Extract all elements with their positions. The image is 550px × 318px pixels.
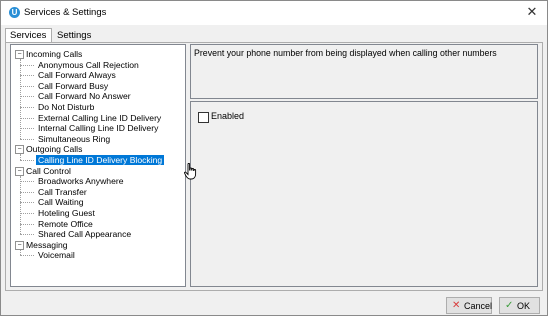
tree-connector xyxy=(20,255,34,257)
tree-item[interactable]: Simultaneous Ring xyxy=(38,134,110,144)
tree-item[interactable]: Call Forward No Answer xyxy=(38,91,131,101)
tree-group[interactable]: Messaging xyxy=(26,240,68,250)
tree-item-label: Broadworks Anywhere xyxy=(38,176,124,187)
tree-connector xyxy=(20,234,34,236)
tree-group-label: Incoming Calls xyxy=(26,49,83,59)
tree-connector xyxy=(20,128,34,130)
description-panel: Prevent your phone number from being dis… xyxy=(190,44,538,99)
cancel-label: Cancel xyxy=(464,301,493,311)
tree-group-label: Messaging xyxy=(26,239,68,250)
app-icon: U xyxy=(9,7,20,18)
tree-item-label: Call Waiting xyxy=(38,197,84,208)
ok-icon: ✓ xyxy=(505,300,514,311)
tree-connector xyxy=(20,138,34,140)
tree-connector xyxy=(20,154,21,160)
tree-item-label: Call Forward Always xyxy=(38,70,116,81)
hand-cursor-icon xyxy=(184,163,197,180)
tree-connector xyxy=(20,160,34,161)
expander-icon[interactable]: − xyxy=(15,50,24,59)
window-title: Services & Settings xyxy=(24,7,107,18)
tree-item[interactable]: Do Not Disturb xyxy=(38,102,94,112)
tree-item-label: Call Forward No Answer xyxy=(38,91,131,102)
tree-connector xyxy=(20,249,21,256)
tree-item[interactable]: Anonymous Call Rejection xyxy=(38,60,139,70)
tree-item[interactable]: Broadworks Anywhere xyxy=(38,176,124,186)
enabled-checkbox[interactable] xyxy=(198,112,209,123)
tree-item[interactable]: Voicemail xyxy=(38,250,75,260)
tree-item[interactable]: Internal Calling Line ID Delivery xyxy=(38,123,158,133)
enabled-label: Enabled xyxy=(211,111,245,121)
tree-item[interactable]: Hoteling Guest xyxy=(38,208,95,218)
tree-item[interactable]: Call Transfer xyxy=(38,187,87,197)
tree-connector xyxy=(20,202,34,204)
tree-item[interactable]: Call Forward Busy xyxy=(38,81,108,91)
tree-connector xyxy=(20,191,34,193)
service-description: Prevent your phone number from being dis… xyxy=(194,48,497,58)
ok-label: OK xyxy=(517,301,531,311)
tree-connector xyxy=(20,59,21,139)
tree-item[interactable]: Calling Line ID Delivery Blocking xyxy=(36,155,165,165)
tree-item-label: Voicemail xyxy=(38,250,75,261)
tree-item[interactable]: Call Forward Always xyxy=(38,70,116,80)
tree-group[interactable]: Incoming Calls xyxy=(26,49,82,59)
expander-icon[interactable]: − xyxy=(15,145,24,155)
tree-item-label: Call Forward Busy xyxy=(38,80,109,91)
tree-item-label: External Calling Line ID Delivery xyxy=(38,112,162,123)
tab-settings[interactable]: Settings xyxy=(53,30,98,42)
tree-item-label: Calling Line ID Delivery Blocking xyxy=(36,155,165,165)
tree-group[interactable]: Outgoing Calls xyxy=(26,144,82,154)
tree-item-label: Call Transfer xyxy=(38,186,87,197)
tree-connector xyxy=(20,64,34,66)
ok-button[interactable]: ✓ OK xyxy=(499,297,540,314)
title-bar: U Services & Settings ✕ xyxy=(1,1,547,25)
close-button[interactable]: ✕ xyxy=(523,3,541,21)
tree-group-label: Call Control xyxy=(26,165,71,176)
tree-connector xyxy=(20,181,34,183)
tab-services[interactable]: Services xyxy=(5,28,52,43)
tree-connector xyxy=(20,75,34,77)
service-settings-panel: Enabled xyxy=(190,101,538,287)
tree-item[interactable]: External Calling Line ID Delivery xyxy=(38,113,161,123)
tree-item-label: Remote Office xyxy=(38,218,93,229)
tree-connector xyxy=(20,223,34,225)
expander-icon[interactable]: − xyxy=(15,166,24,176)
tree-item[interactable]: Remote Office xyxy=(38,219,93,229)
tree-group-label: Outgoing Calls xyxy=(26,144,83,155)
tree-group[interactable]: Call Control xyxy=(26,166,71,176)
tree-connector xyxy=(20,85,34,87)
tree-item-label: Anonymous Call Rejection xyxy=(38,59,139,70)
tree-item-label: Shared Call Appearance xyxy=(38,229,132,240)
tree-item[interactable]: Call Waiting xyxy=(38,197,84,207)
cancel-icon: ✕ xyxy=(452,300,461,311)
tree-connector xyxy=(20,117,34,119)
tree-item[interactable]: Shared Call Appearance xyxy=(38,229,131,239)
tree-item-label: Simultaneous Ring xyxy=(38,133,111,144)
tree-item-label: Hoteling Guest xyxy=(38,208,95,218)
cancel-button[interactable]: ✕ Cancel xyxy=(446,297,492,314)
services-tree[interactable]: − Incoming Calls Anonymous Call Rejection C… xyxy=(10,44,186,287)
tree-item-label: Do Not Disturb xyxy=(38,102,95,112)
expander-icon[interactable]: − xyxy=(15,240,24,250)
tree-connector xyxy=(20,96,34,98)
tree-connector xyxy=(20,107,34,108)
tree-item-label: Internal Calling Line ID Delivery xyxy=(38,123,159,134)
tree-connector xyxy=(20,213,34,214)
tree-connector xyxy=(20,175,21,235)
